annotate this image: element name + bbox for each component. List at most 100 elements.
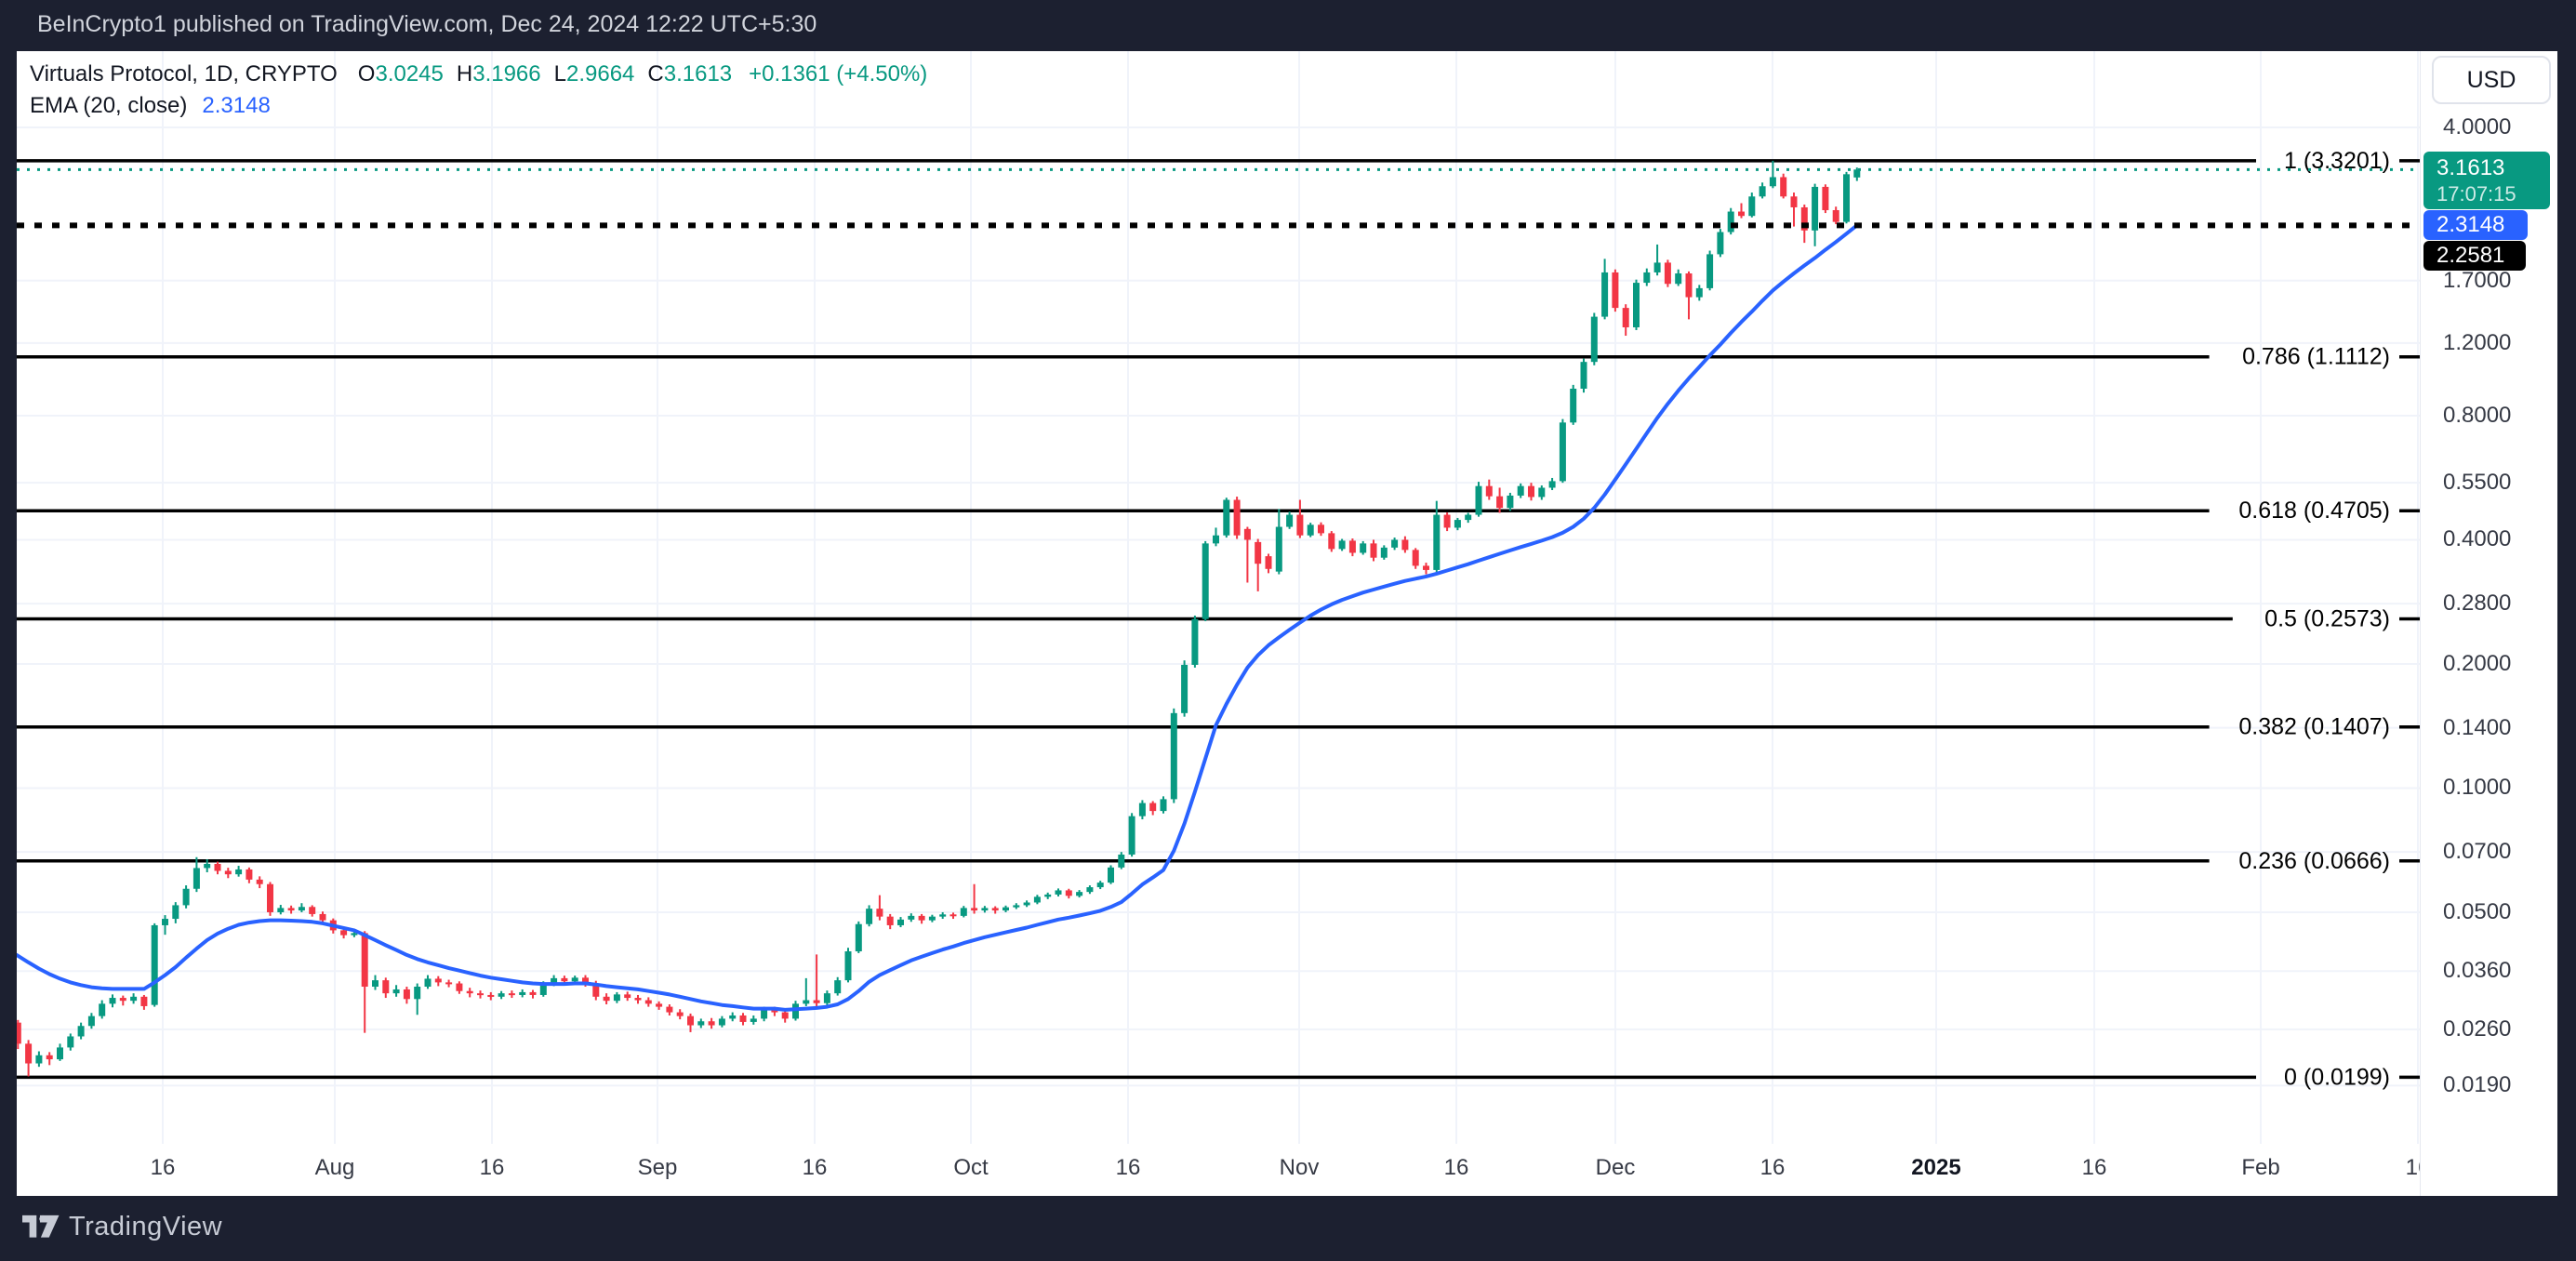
candle-down xyxy=(740,1015,747,1022)
candle-up xyxy=(792,1003,799,1018)
candle-up xyxy=(1286,515,1293,527)
price-pane-svg[interactable]: 1 (3.3201)0.786 (1.1112)0.618 (0.4705)0.… xyxy=(17,51,2420,1144)
symbol-title[interactable]: Virtuals Protocol, 1D, CRYPTO xyxy=(30,61,338,86)
candle-down xyxy=(1486,486,1493,497)
open-value: 3.0245 xyxy=(375,61,443,86)
candle-down xyxy=(17,1023,21,1044)
fib-level-label: 0.382 (0.1407) xyxy=(2238,714,2390,740)
candle-up xyxy=(351,933,357,935)
candle-down xyxy=(288,908,295,910)
price-axis-label: 0.4000 xyxy=(2443,525,2511,553)
candle-up xyxy=(1433,515,1440,570)
candle-down xyxy=(1423,565,1429,570)
bar-countdown: 17:07:15 xyxy=(2437,181,2550,207)
candle-up xyxy=(1633,283,1640,327)
candle-up xyxy=(1591,317,1598,363)
time-axis-label: 16 xyxy=(773,1144,856,1192)
candle-up xyxy=(1696,288,1703,298)
candle-down xyxy=(709,1021,715,1025)
candle-up xyxy=(1643,272,1650,283)
tradingview-wordmark[interactable]: TradingView xyxy=(69,1196,222,1257)
candle-up xyxy=(1139,803,1146,816)
candle-down xyxy=(1413,550,1419,565)
low-value: 2.9664 xyxy=(566,61,634,86)
candle-down xyxy=(320,914,326,921)
price-axis-label: 0.0260 xyxy=(2443,1015,2511,1043)
candle-up xyxy=(204,864,210,868)
candle-up xyxy=(697,1021,704,1025)
candle-up xyxy=(1381,548,1388,558)
candle-down xyxy=(1612,272,1618,308)
candle-up xyxy=(162,919,168,925)
candle-down xyxy=(435,978,442,982)
price-axis[interactable]: USD 3.1613 17:07:15 2.3148 2.2581 4.0000… xyxy=(2420,51,2557,1144)
candle-down xyxy=(814,1001,820,1003)
candle-down xyxy=(46,1055,53,1059)
candle-up xyxy=(1097,883,1104,887)
tradingview-logo-icon[interactable] xyxy=(22,1215,60,1239)
time-axis-label: 16 xyxy=(1086,1144,1170,1192)
candle-down xyxy=(1528,486,1534,498)
candle-up xyxy=(1601,272,1608,317)
candle-up xyxy=(1161,799,1167,811)
price-axis-label: 0.0190 xyxy=(2443,1071,2511,1099)
candle-up xyxy=(981,908,988,910)
time-axis-label: 16 xyxy=(121,1144,205,1192)
candle-up xyxy=(1118,855,1124,868)
candle-down xyxy=(340,930,347,935)
candle-down xyxy=(1686,273,1693,298)
candle-up xyxy=(1213,536,1219,544)
candle-up xyxy=(372,980,378,987)
last-price-value: 3.1613 xyxy=(2437,155,2550,181)
candle-up xyxy=(277,908,284,912)
candle-up xyxy=(193,868,200,888)
candle-down xyxy=(477,993,484,995)
tradingview-snapshot: BeInCrypto1 published on TradingView.com… xyxy=(0,0,2576,1261)
candle-up xyxy=(235,869,242,874)
high-label: H xyxy=(457,61,472,86)
candle-up xyxy=(1454,520,1461,527)
candle-down xyxy=(635,998,642,1001)
price-axis-label: 0.1000 xyxy=(2443,774,2511,802)
candle-up xyxy=(856,924,862,951)
candle-down xyxy=(1318,524,1324,533)
candle-up xyxy=(78,1026,85,1036)
candle-up xyxy=(1044,895,1051,896)
candle-up xyxy=(1770,177,1776,186)
ema-indicator-label[interactable]: EMA (20, close) xyxy=(30,93,187,118)
candle-down xyxy=(1444,515,1451,528)
candle-down xyxy=(645,1001,652,1004)
candle-down xyxy=(362,933,368,987)
candle-up xyxy=(172,905,179,919)
footer-bar: TradingView xyxy=(0,1196,2576,1261)
candle-up xyxy=(1465,515,1471,521)
candle-up xyxy=(110,998,116,1003)
price-axis-label: 1.2000 xyxy=(2443,329,2511,357)
candle-up xyxy=(1675,273,1681,284)
candle-up xyxy=(939,914,946,916)
candle-up xyxy=(183,889,190,906)
candle-down xyxy=(1296,515,1303,536)
candle-down xyxy=(1266,556,1272,569)
legend-ema-row[interactable]: EMA (20, close)2.3148 xyxy=(30,90,927,122)
candle-down xyxy=(120,998,126,1001)
candle-up xyxy=(1024,902,1030,905)
candle-up xyxy=(35,1055,42,1064)
candle-up xyxy=(498,993,505,997)
time-axis[interactable]: 16Aug16Sep16Oct16Nov16Dec16202516Feb16 xyxy=(17,1144,2420,1196)
currency-toggle-button[interactable]: USD xyxy=(2432,56,2551,104)
candle-down xyxy=(1244,529,1251,540)
legend-symbol-row[interactable]: Virtuals Protocol, 1D, CRYPTOO3.0245H3.1… xyxy=(30,59,927,90)
candle-up xyxy=(425,978,432,987)
candle-up xyxy=(961,908,967,915)
candle-down xyxy=(1255,542,1261,564)
candle-down xyxy=(1780,177,1786,196)
candle-down xyxy=(950,914,957,916)
candle-up xyxy=(1003,908,1009,910)
candle-up xyxy=(1518,486,1524,496)
price-axis-label: 0.0700 xyxy=(2443,838,2511,866)
candle-up xyxy=(1171,713,1177,800)
candle-down xyxy=(215,864,221,870)
candle-down xyxy=(919,916,925,921)
price-pane[interactable]: 1 (3.3201)0.786 (1.1112)0.618 (0.4705)0.… xyxy=(17,51,2420,1144)
